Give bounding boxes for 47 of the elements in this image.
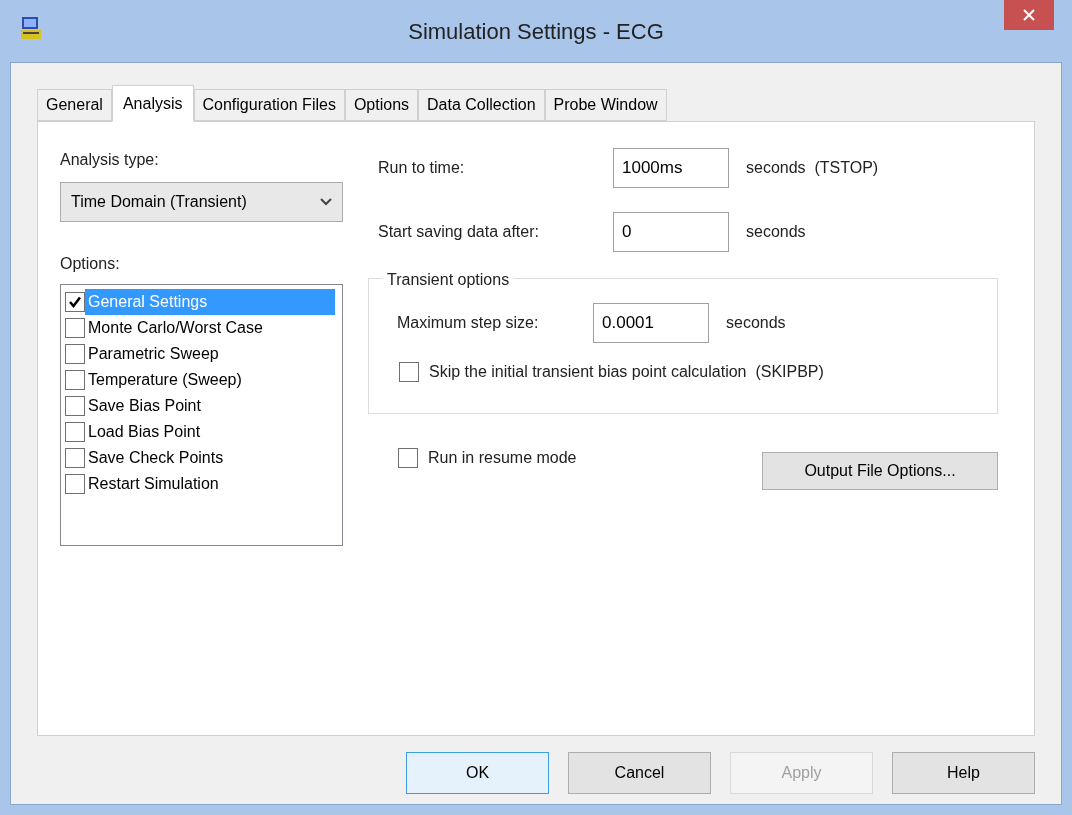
tab[interactable]: General xyxy=(37,89,112,121)
checkmark-icon xyxy=(68,295,82,309)
list-item[interactable]: Load Bias Point xyxy=(85,419,201,445)
checkbox[interactable] xyxy=(65,318,85,338)
checkbox[interactable] xyxy=(65,474,85,494)
tab[interactable]: Configuration Files xyxy=(193,89,345,121)
list-item[interactable]: Restart Simulation xyxy=(85,471,219,497)
close-icon xyxy=(1023,9,1035,21)
output-file-options-button[interactable]: Output File Options... xyxy=(762,452,998,490)
dialog-button[interactable]: Help xyxy=(892,752,1035,794)
field-label: Analysis type: xyxy=(60,150,160,170)
checkbox-label: Skip the initial transient bias point calculation (SKIPBP) xyxy=(429,362,824,382)
unit-label: seconds xyxy=(726,313,786,333)
checkbox-label: Run in resume mode xyxy=(428,448,577,468)
list-item[interactable]: Save Check Points xyxy=(85,445,224,471)
tab[interactable]: Probe Window xyxy=(544,89,667,121)
window-title: Simulation Settings - ECG xyxy=(408,17,664,46)
tab[interactable]: Options xyxy=(344,89,419,121)
app-icon xyxy=(20,16,42,40)
field-label: Options: xyxy=(60,254,121,274)
list-item[interactable]: Monte Carlo/Worst Case xyxy=(85,315,263,341)
checkbox[interactable] xyxy=(65,396,85,416)
checkbox[interactable] xyxy=(399,362,419,382)
analysis-type-dropdown[interactable]: Time Domain (Transient) xyxy=(60,182,343,222)
text-field[interactable]: 0.0001 xyxy=(593,303,709,343)
checkbox[interactable] xyxy=(65,344,85,364)
list-item[interactable]: Save Bias Point xyxy=(85,393,201,419)
checkbox[interactable] xyxy=(65,422,85,442)
checkbox[interactable] xyxy=(65,370,85,390)
text-field[interactable]: 0 xyxy=(613,212,729,252)
close-button[interactable] xyxy=(1004,0,1054,30)
dialog-button[interactable]: Cancel xyxy=(568,752,711,794)
checkbox[interactable] xyxy=(65,292,85,312)
tab[interactable]: Analysis xyxy=(111,85,194,122)
unit-label: seconds xyxy=(746,222,806,242)
chevron-down-icon xyxy=(320,198,332,206)
list-item[interactable]: Temperature (Sweep) xyxy=(85,367,242,393)
checkbox[interactable] xyxy=(398,448,418,468)
checkbox[interactable] xyxy=(65,448,85,468)
text-field[interactable]: 1000ms xyxy=(613,148,729,188)
field-label: Start saving data after: xyxy=(378,222,540,242)
field-label: Run to time: xyxy=(378,158,466,178)
dialog-button[interactable]: OK xyxy=(406,752,549,794)
unit-label: seconds (TSTOP) xyxy=(746,158,879,178)
field-label: Maximum step size: xyxy=(397,313,540,333)
tab[interactable]: Data Collection xyxy=(418,89,545,121)
list-item[interactable]: Parametric Sweep xyxy=(85,341,219,367)
